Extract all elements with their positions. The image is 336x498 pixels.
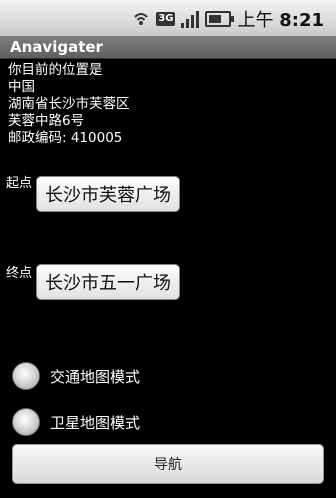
clock-prefix: 上午 xyxy=(237,10,274,31)
network-badge-icon: 3G xyxy=(156,12,176,26)
location-street: 芙蓉中路6号 xyxy=(8,113,85,129)
satellite-map-option[interactable]: 卫星地图模式 xyxy=(12,408,140,436)
end-point-button[interactable]: 长沙市五一广场 xyxy=(36,264,180,300)
satellite-map-label: 卫星地图模式 xyxy=(50,413,141,432)
navigate-button[interactable]: 导航 xyxy=(12,444,324,484)
location-postcode: 邮政编码: 410005 xyxy=(8,130,123,146)
title-bar: Anavigater xyxy=(0,36,336,59)
traffic-map-label: 交通地图模式 xyxy=(50,367,141,386)
location-label: 你目前的位置是 xyxy=(8,62,103,78)
location-info: 你目前的位置是 中国 湖南省长沙市芙蓉区 芙蓉中路6号 邮政编码: 410005 xyxy=(8,62,130,147)
end-label: 终点 xyxy=(6,266,33,281)
start-label: 起点 xyxy=(6,176,33,191)
status-icons: 3G 上午 8:21 xyxy=(132,7,324,31)
location-country: 中国 xyxy=(8,79,35,95)
clock: 上午 8:21 xyxy=(237,6,324,32)
wifi-icon xyxy=(132,10,150,28)
signal-icon xyxy=(181,10,200,28)
start-point-button[interactable]: 长沙市芙蓉广场 xyxy=(36,176,180,212)
app-title: Anavigater xyxy=(10,38,103,56)
radio-unchecked-icon[interactable] xyxy=(12,362,40,390)
status-bar: 3G 上午 8:21 xyxy=(0,0,336,37)
battery-icon xyxy=(205,11,235,27)
radio-unchecked-icon[interactable] xyxy=(12,408,40,436)
clock-time: 8:21 xyxy=(279,10,324,31)
traffic-map-option[interactable]: 交通地图模式 xyxy=(12,362,140,390)
location-address: 湖南省长沙市芙蓉区 xyxy=(8,96,130,112)
